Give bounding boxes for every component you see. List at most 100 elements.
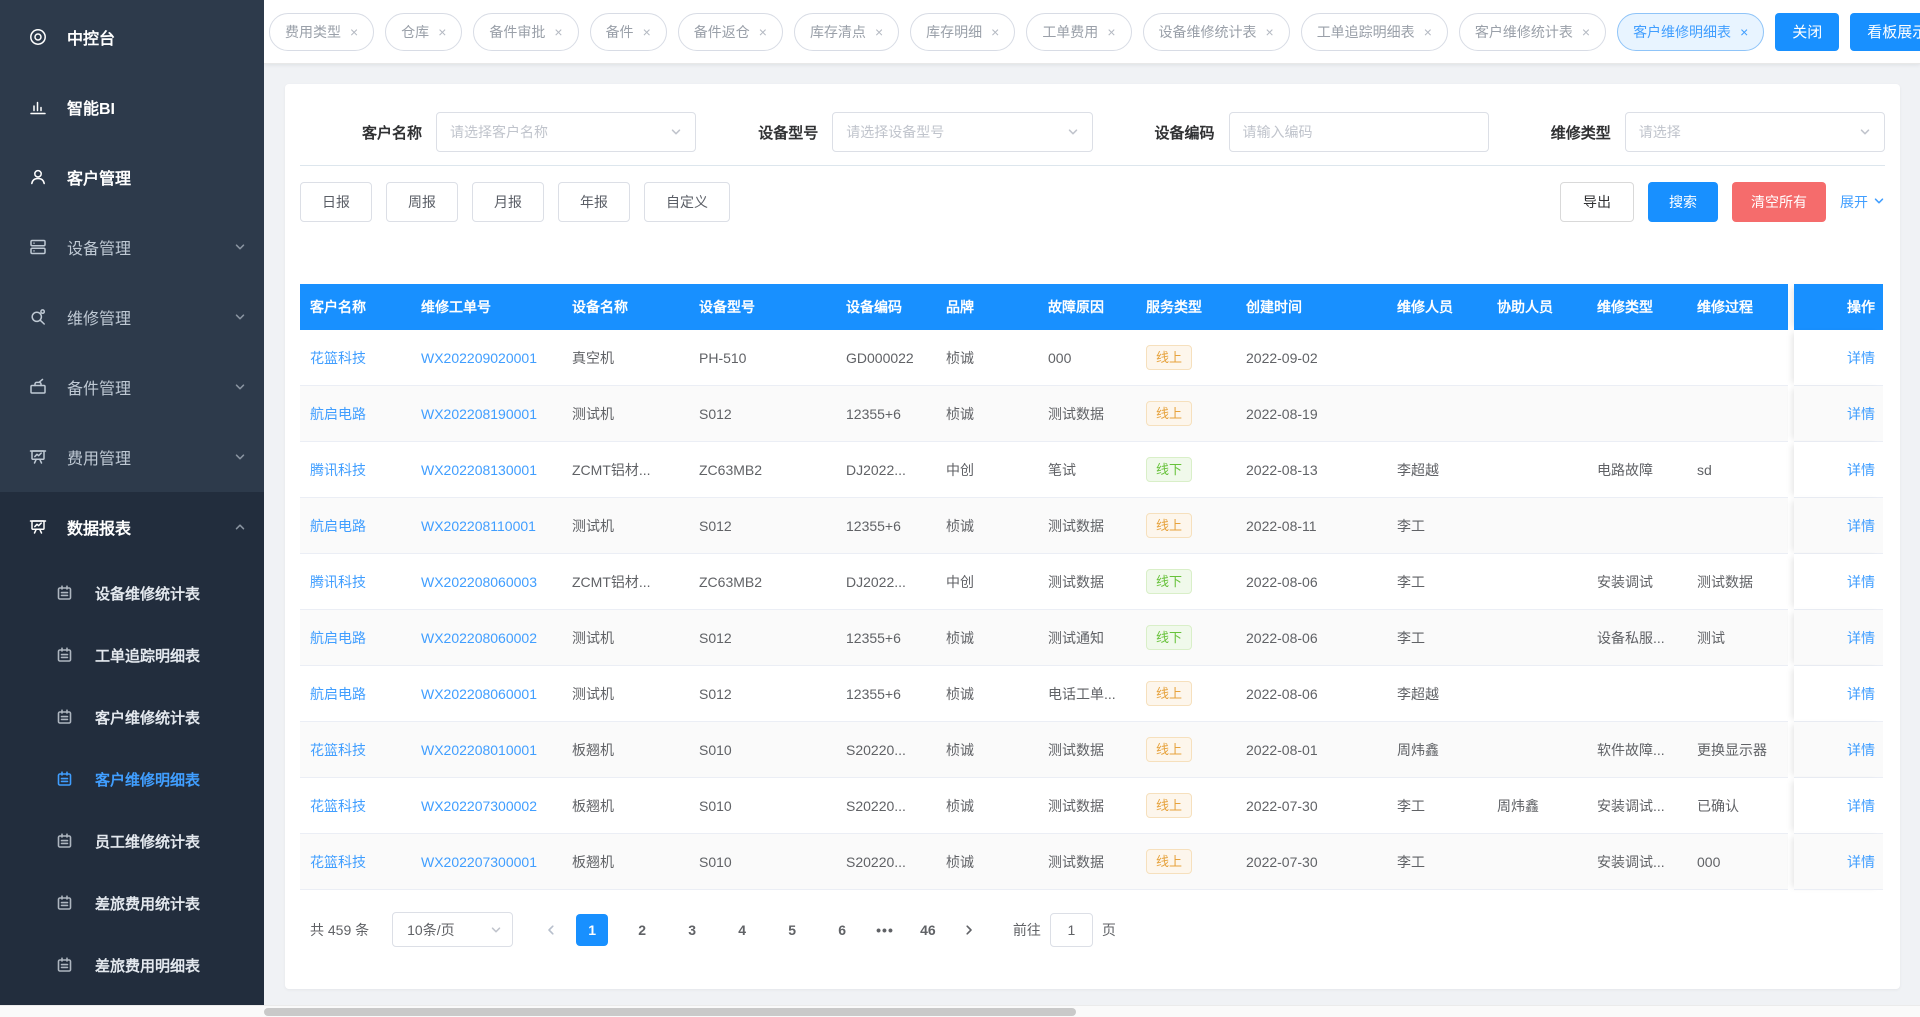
filter-input-设备编码[interactable]: 请输入编码 bbox=[1229, 112, 1489, 152]
page-number-4[interactable]: 4 bbox=[726, 914, 758, 946]
detail-link[interactable]: 详情 bbox=[1847, 852, 1875, 872]
sidebar-item-备件管理[interactable]: 备件管理 bbox=[0, 352, 264, 422]
search-button[interactable]: 搜索 bbox=[1648, 182, 1718, 222]
detail-link[interactable]: 详情 bbox=[1847, 516, 1875, 536]
prev-page-button[interactable] bbox=[535, 914, 567, 946]
sidebar-subitem-设备维修统计表[interactable]: 设备维修统计表 bbox=[0, 562, 264, 624]
close-icon[interactable]: × bbox=[1424, 25, 1432, 39]
page-number-5[interactable]: 5 bbox=[776, 914, 808, 946]
tab-设备维修统计表[interactable]: 设备维修统计表× bbox=[1143, 13, 1290, 51]
work-order-link[interactable]: WX202209020001 bbox=[421, 350, 537, 366]
period-button-周报[interactable]: 周报 bbox=[386, 182, 458, 222]
close-icon[interactable]: × bbox=[554, 25, 562, 39]
page-number-3[interactable]: 3 bbox=[676, 914, 708, 946]
work-order-link[interactable]: WX202208010001 bbox=[421, 742, 537, 758]
sidebar-item-数据报表[interactable]: 数据报表 bbox=[0, 492, 264, 562]
sidebar-item-费用管理[interactable]: 费用管理 bbox=[0, 422, 264, 492]
sidebar-item-智能BI[interactable]: 智能BI bbox=[0, 72, 264, 142]
work-order-link[interactable]: WX202208060002 bbox=[421, 630, 537, 646]
close-icon[interactable]: × bbox=[1740, 25, 1748, 39]
period-button-年报[interactable]: 年报 bbox=[558, 182, 630, 222]
work-order-link[interactable]: WX202208060001 bbox=[421, 686, 537, 702]
detail-link[interactable]: 详情 bbox=[1847, 628, 1875, 648]
close-icon[interactable]: × bbox=[759, 25, 767, 39]
tab-工单费用[interactable]: 工单费用× bbox=[1026, 13, 1131, 51]
board-display-button[interactable]: 看板展示 bbox=[1850, 13, 1920, 51]
filter-select-设备型号[interactable]: 请选择设备型号 bbox=[832, 112, 1092, 152]
scrollbar-thumb[interactable] bbox=[264, 1008, 1076, 1016]
customer-link[interactable]: 花篮科技 bbox=[310, 348, 366, 368]
customer-link[interactable]: 航启电路 bbox=[310, 404, 366, 424]
tab-库存清点[interactable]: 库存清点× bbox=[794, 13, 899, 51]
close-button[interactable]: 关闭 bbox=[1775, 13, 1839, 51]
customer-link[interactable]: 航启电路 bbox=[310, 684, 366, 704]
tab-工单追踪明细表[interactable]: 工单追踪明细表× bbox=[1301, 13, 1448, 51]
tab-费用类型[interactable]: 费用类型× bbox=[269, 13, 374, 51]
period-button-日报[interactable]: 日报 bbox=[300, 182, 372, 222]
tab-备件审批[interactable]: 备件审批× bbox=[473, 13, 578, 51]
close-icon[interactable]: × bbox=[1266, 25, 1274, 39]
close-icon[interactable]: × bbox=[1582, 25, 1590, 39]
work-order-link[interactable]: WX202208110001 bbox=[421, 518, 536, 534]
expand-link[interactable]: 展开 bbox=[1840, 192, 1885, 212]
customer-link[interactable]: 花篮科技 bbox=[310, 796, 366, 816]
work-order-link[interactable]: WX202208190001 bbox=[421, 406, 537, 422]
page-number-1[interactable]: 1 bbox=[576, 914, 608, 946]
period-button-自定义[interactable]: 自定义 bbox=[644, 182, 730, 222]
period-button-月报[interactable]: 月报 bbox=[472, 182, 544, 222]
detail-link[interactable]: 详情 bbox=[1847, 796, 1875, 816]
clear-all-button[interactable]: 清空所有 bbox=[1732, 182, 1826, 222]
customer-link[interactable]: 腾讯科技 bbox=[310, 572, 366, 592]
customer-link[interactable]: 花篮科技 bbox=[310, 740, 366, 760]
sidebar-subitem-差旅费用统计表[interactable]: 差旅费用统计表 bbox=[0, 872, 264, 934]
tab-库存明细[interactable]: 库存明细× bbox=[910, 13, 1015, 51]
sidebar-subitem-客户维修统计表[interactable]: 客户维修统计表 bbox=[0, 686, 264, 748]
tab-客户维修统计表[interactable]: 客户维修统计表× bbox=[1459, 13, 1606, 51]
export-button[interactable]: 导出 bbox=[1560, 182, 1634, 222]
customer-link[interactable]: 航启电路 bbox=[310, 628, 366, 648]
detail-link[interactable]: 详情 bbox=[1847, 572, 1875, 592]
close-icon[interactable]: × bbox=[1107, 25, 1115, 39]
sidebar-subitem-工单追踪明细表[interactable]: 工单追踪明细表 bbox=[0, 624, 264, 686]
sidebar-item-维修管理[interactable]: 维修管理 bbox=[0, 282, 264, 352]
sidebar-subitem-差旅费用明细表[interactable]: 差旅费用明细表 bbox=[0, 934, 264, 996]
cell-维修过程: 已确认 bbox=[1687, 778, 1788, 834]
sidebar-subitem-客户维修明细表[interactable]: 客户维修明细表 bbox=[0, 748, 264, 810]
more-pages-icon[interactable]: ••• bbox=[876, 922, 894, 938]
close-icon[interactable]: × bbox=[875, 25, 883, 39]
close-icon[interactable]: × bbox=[350, 25, 358, 39]
horizontal-scrollbar[interactable] bbox=[0, 1005, 1920, 1017]
detail-link[interactable]: 详情 bbox=[1847, 740, 1875, 760]
customer-link[interactable]: 腾讯科技 bbox=[310, 460, 366, 480]
page-number-6[interactable]: 6 bbox=[826, 914, 858, 946]
page-size-select[interactable]: 10条/页 bbox=[392, 912, 513, 947]
close-icon[interactable]: × bbox=[438, 25, 446, 39]
page-number-2[interactable]: 2 bbox=[626, 914, 658, 946]
close-icon[interactable]: × bbox=[643, 25, 651, 39]
work-order-link[interactable]: WX202207300002 bbox=[421, 798, 537, 814]
filter-select-客户名称[interactable]: 请选择客户名称 bbox=[436, 112, 696, 152]
sidebar-subitem-员工维修统计表[interactable]: 员工维修统计表 bbox=[0, 810, 264, 872]
work-order-link[interactable]: WX202208060003 bbox=[421, 574, 537, 590]
work-order-link[interactable]: WX202207300001 bbox=[421, 854, 537, 870]
customer-link[interactable]: 花篮科技 bbox=[310, 852, 366, 872]
sidebar-item-中控台[interactable]: 中控台 bbox=[0, 2, 264, 72]
tab-备件[interactable]: 备件× bbox=[590, 13, 667, 51]
tab-备件返仓[interactable]: 备件返仓× bbox=[678, 13, 783, 51]
goto-page-input[interactable] bbox=[1050, 913, 1093, 947]
filter-select-维修类型[interactable]: 请选择 bbox=[1625, 112, 1885, 152]
close-icon[interactable]: × bbox=[991, 25, 999, 39]
sidebar-item-客户管理[interactable]: 客户管理 bbox=[0, 142, 264, 212]
tab-仓库[interactable]: 仓库× bbox=[385, 13, 462, 51]
work-order-link[interactable]: WX202208130001 bbox=[421, 462, 537, 478]
detail-link[interactable]: 详情 bbox=[1847, 348, 1875, 368]
next-page-button[interactable] bbox=[953, 914, 985, 946]
page-number-46[interactable]: 46 bbox=[912, 914, 944, 946]
detail-link[interactable]: 详情 bbox=[1847, 460, 1875, 480]
customer-link[interactable]: 航启电路 bbox=[310, 516, 366, 536]
cell-服务类型: 线上 bbox=[1136, 666, 1236, 722]
detail-link[interactable]: 详情 bbox=[1847, 404, 1875, 424]
sidebar-item-设备管理[interactable]: 设备管理 bbox=[0, 212, 264, 282]
detail-link[interactable]: 详情 bbox=[1847, 684, 1875, 704]
tab-客户维修明细表[interactable]: 客户维修明细表× bbox=[1617, 13, 1764, 51]
